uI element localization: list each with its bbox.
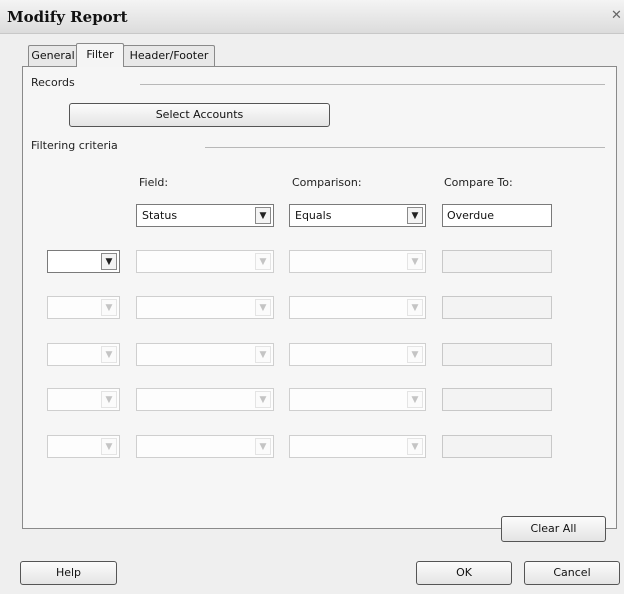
logic-select-6: ▼ xyxy=(47,435,120,458)
comparison-select-6: ▼ xyxy=(289,435,426,458)
clear-all-button[interactable]: Clear All xyxy=(501,516,606,542)
filtering-divider xyxy=(205,147,605,148)
field-select-value: Status xyxy=(142,209,178,222)
chevron-down-icon: ▼ xyxy=(255,253,271,270)
filter-panel: Records Select Accounts Filtering criter… xyxy=(22,66,617,542)
chevron-down-icon: ▼ xyxy=(407,438,423,455)
compare-to-input-1[interactable]: Overdue xyxy=(442,204,552,227)
tab-filter[interactable]: Filter xyxy=(76,43,124,67)
title-bar: Modify Report ✕ xyxy=(0,0,624,34)
ok-button[interactable]: OK xyxy=(416,561,512,585)
cancel-button[interactable]: Cancel xyxy=(524,561,620,585)
logic-select-4: ▼ xyxy=(47,343,120,366)
field-header: Field: xyxy=(139,176,169,189)
compare-to-header: Compare To: xyxy=(444,176,513,189)
logic-select-5: ▼ xyxy=(47,388,120,411)
chevron-down-icon[interactable]: ▼ xyxy=(101,253,117,270)
comparison-select-value: Equals xyxy=(295,209,332,222)
comparison-select-3: ▼ xyxy=(289,296,426,319)
tab-header-footer[interactable]: Header/Footer xyxy=(123,45,215,66)
field-select-2: ▼ xyxy=(136,250,274,273)
filtering-criteria-label: Filtering criteria xyxy=(31,139,118,152)
compare-to-input-2 xyxy=(442,250,552,273)
chevron-down-icon: ▼ xyxy=(407,299,423,316)
field-select-6: ▼ xyxy=(136,435,274,458)
chevron-down-icon: ▼ xyxy=(255,438,271,455)
compare-to-input-5 xyxy=(442,388,552,411)
chevron-down-icon: ▼ xyxy=(255,391,271,408)
logic-select-2[interactable]: ▼ xyxy=(47,250,120,273)
window-title: Modify Report xyxy=(7,8,128,26)
select-accounts-button[interactable]: Select Accounts xyxy=(69,103,330,127)
chevron-down-icon: ▼ xyxy=(255,299,271,316)
records-divider xyxy=(140,84,605,85)
comparison-select-4: ▼ xyxy=(289,343,426,366)
chevron-down-icon: ▼ xyxy=(407,391,423,408)
chevron-down-icon[interactable]: ▼ xyxy=(255,207,271,224)
comparison-select-1[interactable]: Equals ▼ xyxy=(289,204,426,227)
field-select-1[interactable]: Status ▼ xyxy=(136,204,274,227)
field-select-5: ▼ xyxy=(136,388,274,411)
help-button[interactable]: Help xyxy=(20,561,117,585)
tab-general[interactable]: General xyxy=(28,45,78,66)
chevron-down-icon: ▼ xyxy=(101,346,117,363)
chevron-down-icon: ▼ xyxy=(101,391,117,408)
comparison-header: Comparison: xyxy=(292,176,362,189)
compare-to-input-4 xyxy=(442,343,552,366)
field-select-4: ▼ xyxy=(136,343,274,366)
chevron-down-icon: ▼ xyxy=(407,346,423,363)
comparison-select-2: ▼ xyxy=(289,250,426,273)
chevron-down-icon: ▼ xyxy=(101,438,117,455)
field-select-3: ▼ xyxy=(136,296,274,319)
compare-to-input-3 xyxy=(442,296,552,319)
chevron-down-icon: ▼ xyxy=(255,346,271,363)
comparison-select-5: ▼ xyxy=(289,388,426,411)
logic-select-3: ▼ xyxy=(47,296,120,319)
chevron-down-icon: ▼ xyxy=(407,253,423,270)
records-label: Records xyxy=(31,76,75,89)
chevron-down-icon[interactable]: ▼ xyxy=(407,207,423,224)
chevron-down-icon: ▼ xyxy=(101,299,117,316)
close-icon[interactable]: ✕ xyxy=(611,8,624,23)
compare-to-input-6 xyxy=(442,435,552,458)
compare-to-value: Overdue xyxy=(447,209,494,222)
